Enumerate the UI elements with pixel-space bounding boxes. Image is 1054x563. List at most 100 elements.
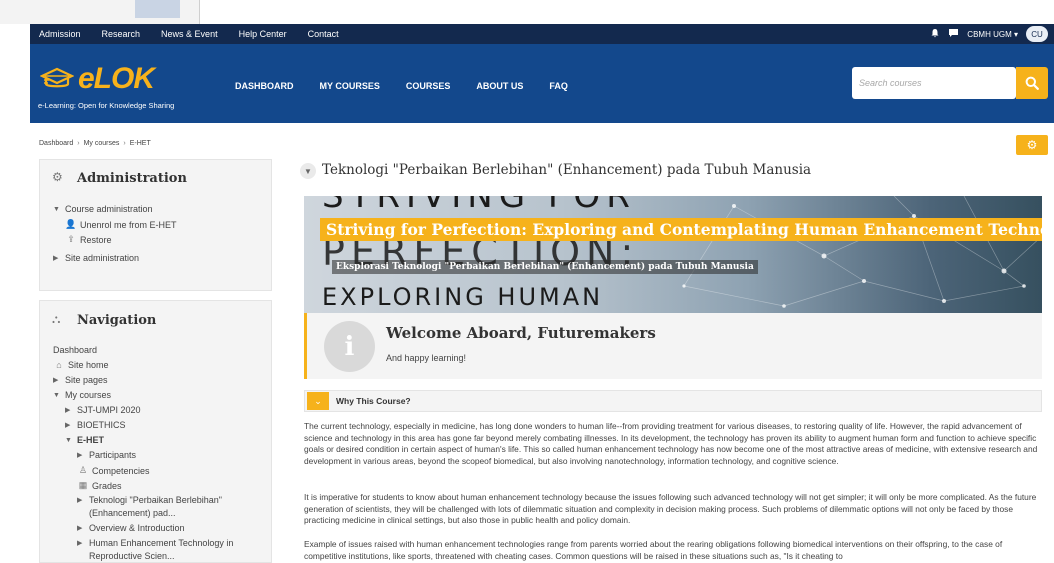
course-administration-label: Course administration	[65, 204, 153, 214]
nav-item-teknologi-cont[interactable]: (Enhancement) pad...	[89, 508, 176, 518]
course-description-paragraph: The current technology, especially in me…	[304, 421, 1038, 466]
administration-block: ⚙ Administration ▼ Course administration…	[39, 159, 272, 291]
nav-item-label: Dashboard	[53, 345, 98, 355]
nav-item-participants[interactable]: ▶ Participants	[77, 450, 136, 460]
course-banner-image: STRIVING FOR PERFECTION: EXPLORING HUMAN…	[304, 196, 1042, 313]
nav-item-label: E-HET	[77, 435, 104, 445]
nav-item-label: Overview & Introduction	[89, 523, 185, 533]
nav-item-label: Competencies	[92, 465, 150, 476]
logo-wordmark: eLOK	[78, 62, 155, 95]
nav-item-dashboard[interactable]: Dashboard	[53, 345, 97, 355]
restore-item[interactable]: ⇪ Restore	[65, 234, 112, 245]
nav-item-competencies[interactable]: ♙ Competencies	[77, 465, 150, 476]
course-settings-button[interactable]: ⚙	[1016, 135, 1048, 155]
collapsed-triangle-icon: ▶	[53, 377, 59, 384]
home-icon: ⌂	[56, 360, 62, 370]
user-name: CBMH UGM	[967, 29, 1012, 39]
topbar-link-research[interactable]: Research	[102, 29, 141, 39]
unenrol-item[interactable]: 👤 Unenrol me from E-HET	[65, 219, 177, 230]
nav-item-het-reproductive[interactable]: ▶ Human Enhancement Technology in	[77, 538, 233, 548]
collapsed-triangle-icon: ▶	[77, 452, 83, 459]
nav-item-label: BIOETHICS	[77, 420, 126, 430]
nav-item-label: Human Enhancement Technology in	[89, 538, 234, 548]
nav-my-courses[interactable]: MY COURSES	[320, 81, 380, 91]
nav-item-site-home[interactable]: ⌂ Site home	[53, 360, 108, 370]
nav-item-site-pages[interactable]: ▶ Site pages	[53, 375, 108, 385]
search-icon	[1025, 76, 1039, 90]
why-course-collapsible[interactable]: ⌄ Why This Course?	[304, 390, 1042, 412]
section-title: Teknologi "Perbaikan Berlebihan" (Enhanc…	[322, 162, 812, 178]
banner-title: Striving for Perfection: Exploring and C…	[320, 218, 1042, 241]
nav-item-overview[interactable]: ▶ Overview & Introduction	[77, 523, 185, 533]
nav-item-e-het[interactable]: ▼ E-HET	[65, 435, 104, 445]
info-icon: i	[324, 321, 375, 372]
upload-icon: ⇪	[67, 234, 75, 244]
site-administration-item[interactable]: ▶ Site administration	[53, 253, 139, 263]
topbar-link-contact[interactable]: Contact	[308, 29, 339, 39]
collapsed-triangle-icon: ▶	[53, 255, 59, 262]
restore-label: Restore	[80, 234, 112, 245]
course-administration-item[interactable]: ▼ Course administration	[53, 204, 153, 214]
nav-item-sjt-umpi[interactable]: ▶ SJT-UMPI 2020	[65, 405, 141, 415]
competency-icon: ♙	[78, 465, 88, 475]
nav-item-label: Grades	[92, 480, 122, 491]
nav-dashboard[interactable]: DASHBOARD	[235, 81, 294, 91]
navigation-block: ⛬ Navigation Dashboard ⌂ Site home ▶ Sit…	[39, 300, 272, 563]
topbar-link-admission[interactable]: Admission	[39, 29, 81, 39]
nav-faq[interactable]: FAQ	[549, 81, 568, 91]
banner-background-text: STRIVING FOR	[322, 196, 636, 216]
nav-about-us[interactable]: ABOUT US	[476, 81, 523, 91]
nav-item-grades[interactable]: ▦ Grades	[77, 480, 122, 491]
administration-title: Administration	[77, 171, 187, 186]
section-collapse-toggle[interactable]: ▼	[300, 163, 316, 179]
chevron-right-icon: ›	[77, 140, 80, 147]
notification-bell-icon[interactable]	[930, 28, 940, 40]
breadcrumb-dashboard[interactable]: Dashboard	[39, 140, 73, 147]
course-description-paragraph: Example of issues raised with human enha…	[304, 539, 1003, 561]
expanded-triangle-icon: ▼	[65, 436, 72, 444]
nav-item-het-reproductive-cont[interactable]: Reproductive Scien...	[89, 551, 175, 561]
expanded-triangle-icon: ▼	[53, 205, 60, 213]
nav-courses[interactable]: COURSES	[406, 81, 451, 91]
sitemap-icon: ⛬	[52, 312, 61, 326]
avatar[interactable]: CU	[1026, 26, 1048, 42]
nav-item-label: Reproductive Scien...	[89, 551, 175, 561]
breadcrumb: Dashboard › My courses › E-HET	[39, 140, 151, 147]
nav-item-label: SJT-UMPI 2020	[77, 405, 141, 415]
topbar-link-help-center[interactable]: Help Center	[239, 29, 287, 39]
user-menu[interactable]: CBMH UGM ▾	[967, 30, 1018, 39]
nav-item-label: Participants	[89, 450, 137, 460]
welcome-title: Welcome Aboard, Futuremakers	[386, 324, 656, 342]
search-button[interactable]	[1016, 67, 1048, 99]
nav-item-teknologi[interactable]: ▶ Teknologi "Perbaikan Berlebihan"	[77, 495, 222, 505]
topbar-link-news-event[interactable]: News & Event	[161, 29, 218, 39]
gear-icon: ⚙	[1026, 138, 1038, 152]
chevron-down-icon: ▼	[304, 166, 312, 176]
breadcrumb-my-courses[interactable]: My courses	[84, 140, 120, 147]
chevron-down-icon: ▾	[1013, 29, 1018, 39]
grades-table-icon: ▦	[78, 480, 88, 490]
user-area: CBMH UGM ▾ CU	[930, 26, 1054, 42]
nav-item-my-courses[interactable]: ▼ My courses	[53, 390, 111, 400]
site-header: eLOK e-Learning: Open for Knowledge Shar…	[30, 44, 1054, 123]
why-course-label: Why This Course?	[336, 396, 411, 406]
collapsed-triangle-icon: ▶	[77, 525, 83, 532]
main-navigation: DASHBOARD MY COURSES COURSES ABOUT US FA…	[235, 81, 568, 91]
breadcrumb-course[interactable]: E-HET	[130, 140, 151, 147]
course-description-paragraph: It is imperative for students to know ab…	[304, 492, 1037, 526]
messages-icon[interactable]	[948, 28, 959, 40]
gears-icon: ⚙	[52, 170, 63, 184]
navigation-title: Navigation	[77, 313, 157, 328]
graduation-cap-icon	[40, 67, 74, 88]
collapsed-triangle-icon: ▶	[77, 540, 83, 547]
search-input[interactable]: Search courses	[852, 67, 1016, 99]
welcome-box: i Welcome Aboard, Futuremakers And happy…	[304, 313, 1042, 379]
collapsed-triangle-icon: ▶	[77, 497, 83, 504]
welcome-subtitle: And happy learning!	[386, 353, 467, 363]
nav-item-bioethics[interactable]: ▶ BIOETHICS	[65, 420, 126, 430]
unenrol-label: Unenrol me from E-HET	[80, 219, 177, 230]
collapsed-triangle-icon: ▶	[65, 422, 71, 429]
collapsed-triangle-icon: ▶	[65, 407, 71, 414]
site-logo[interactable]: eLOK e-Learning: Open for Knowledge Shar…	[38, 62, 208, 110]
logo-tagline: e-Learning: Open for Knowledge Sharing	[38, 101, 175, 110]
